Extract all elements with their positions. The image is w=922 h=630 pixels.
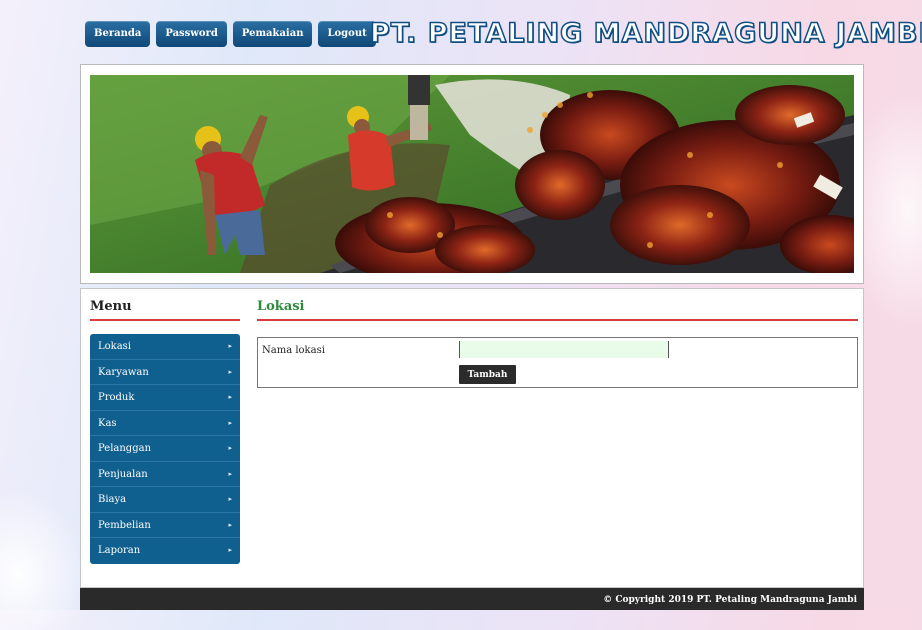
sidebar-heading: Menu <box>90 299 240 321</box>
chevron-right-icon: ▸ <box>228 546 232 554</box>
sidebar-menu: Lokasi ▸ Karyawan ▸ Produk ▸ Kas ▸ Pelanggan… <box>90 334 240 564</box>
sidebar-item-label: Pelanggan <box>98 443 152 454</box>
sidebar-item-pembelian[interactable]: Pembelian ▸ <box>90 513 240 538</box>
header-banner <box>80 64 864 284</box>
chevron-right-icon: ▸ <box>228 418 232 427</box>
location-name-input[interactable] <box>459 341 669 358</box>
sidebar-item-label: Kas <box>98 417 117 429</box>
sidebar-item-label: Pembelian <box>98 519 151 531</box>
add-button[interactable]: Tambah <box>459 365 516 384</box>
sidebar-item-kas[interactable]: Kas ▸ <box>90 411 240 436</box>
sidebar-item-label: Penjualan <box>98 468 148 480</box>
sidebar-item-penjualan[interactable]: Penjualan ▸ <box>90 462 240 487</box>
copyright-text: © Copyright 2019 PT. Petaling Mandraguna… <box>603 595 857 605</box>
page-title: Lokasi <box>257 299 858 321</box>
nav-beranda-button[interactable]: Beranda <box>85 21 151 47</box>
sidebar-item-label: Karyawan <box>98 366 149 378</box>
location-name-label: Nama lokasi <box>262 345 325 356</box>
sidebar-item-label: Lokasi <box>98 341 132 352</box>
background-cloud-left <box>0 490 90 630</box>
chevron-right-icon: ▸ <box>228 444 232 452</box>
footer: © Copyright 2019 PT. Petaling Mandraguna… <box>80 588 864 610</box>
sidebar-item-pelanggan[interactable]: Pelanggan ▸ <box>90 436 240 462</box>
nav-password-button[interactable]: Password <box>156 21 227 47</box>
content-panel: Menu Lokasi ▸ Karyawan ▸ Produk ▸ Kas ▸ Pela… <box>80 288 864 588</box>
add-location-form: Nama lokasi Tambah <box>257 337 858 388</box>
chevron-right-icon: ▸ <box>228 342 232 350</box>
sidebar-item-produk[interactable]: Produk ▸ <box>90 385 240 411</box>
page-container: Beranda Password Pemakaian Logout PT. PE… <box>80 0 922 610</box>
sidebar-item-label: Biaya <box>98 494 127 505</box>
chevron-right-icon: ▸ <box>228 393 232 401</box>
nav-pemakaian-button[interactable]: Pemakaian <box>232 21 313 47</box>
top-nav: Beranda Password Pemakaian Logout <box>85 21 376 47</box>
site-title: PT. PETALING MANDRAGUNA JAMBI <box>369 17 922 50</box>
nav-logout-button[interactable]: Logout <box>318 21 376 47</box>
sidebar-item-karyawan[interactable]: Karyawan ▸ <box>90 360 240 385</box>
chevron-right-icon: ▸ <box>228 367 232 376</box>
sidebar-item-lokasi[interactable]: Lokasi ▸ <box>90 334 240 360</box>
banner-image <box>90 75 854 273</box>
sidebar-item-label: Produk <box>98 392 135 403</box>
chevron-right-icon: ▸ <box>228 520 232 529</box>
chevron-right-icon: ▸ <box>228 469 232 478</box>
sidebar-item-label: Laporan <box>98 545 141 556</box>
chevron-right-icon: ▸ <box>228 495 232 503</box>
sidebar-item-biaya[interactable]: Biaya ▸ <box>90 487 240 513</box>
sidebar-item-laporan[interactable]: Laporan ▸ <box>90 538 240 564</box>
